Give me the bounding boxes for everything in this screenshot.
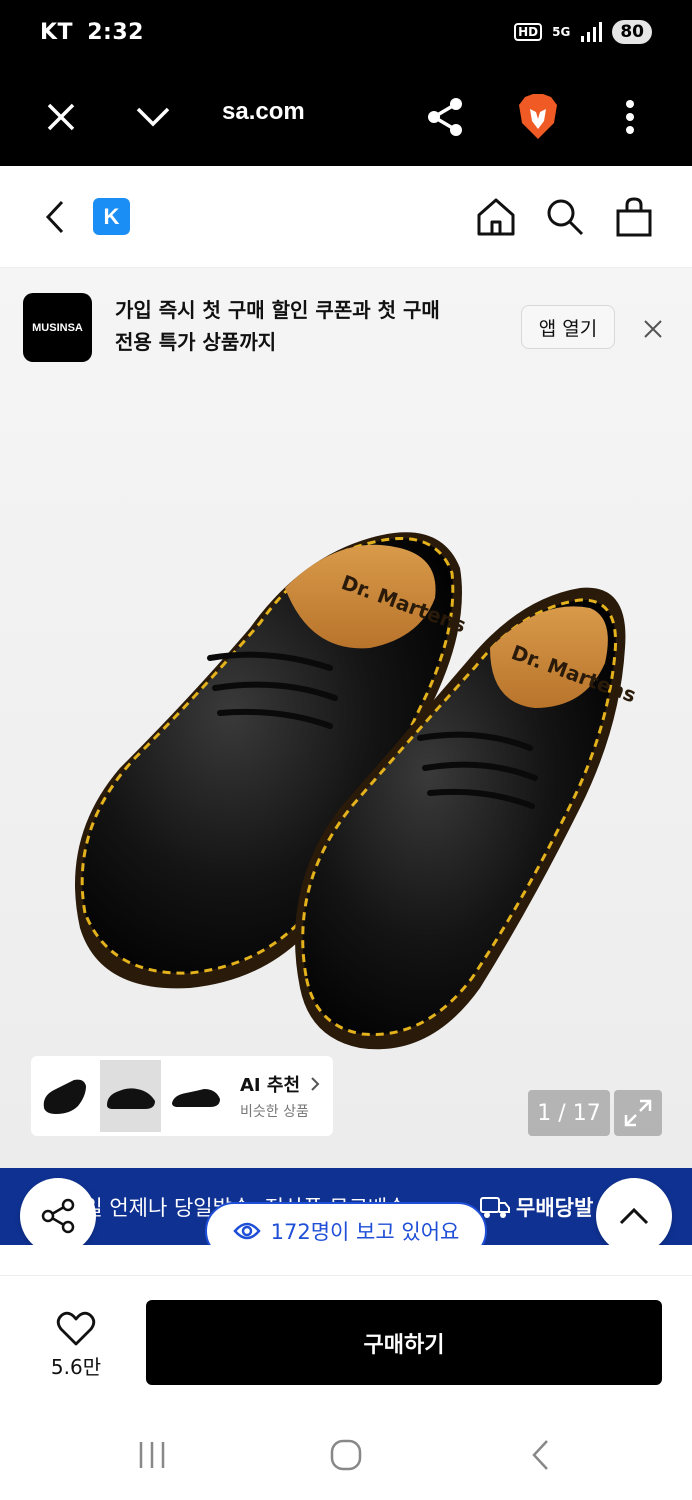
status-bar: KT 2:32 HD 5G 80 — [0, 0, 692, 70]
site-logo[interactable]: K — [93, 198, 130, 235]
chevron-left-icon — [45, 200, 64, 234]
more-vertical-icon — [626, 100, 634, 134]
ai-recommend-text: AI 추천 비슷한 상품 — [240, 1071, 320, 1121]
product-image-gallery[interactable]: MUSINSA 가입 즉시 첫 구매 할인 쿠폰과 첫 구매 전용 특가 상품까… — [0, 268, 692, 1168]
battery-indicator: 80 — [612, 20, 652, 44]
hd-icon: HD — [514, 23, 543, 41]
back-button[interactable] — [30, 192, 80, 242]
back-nav-button[interactable] — [515, 1435, 565, 1475]
cart-button[interactable] — [609, 192, 659, 242]
close-icon — [644, 320, 662, 338]
url-display[interactable]: sa.com — [222, 98, 305, 126]
chevron-down-icon — [136, 107, 170, 127]
home-nav-button[interactable] — [321, 1435, 371, 1475]
chevron-up-icon — [619, 1207, 649, 1225]
musinsa-logo: MUSINSA — [23, 293, 92, 362]
ai-title-label: AI 추천 — [240, 1075, 301, 1096]
viewers-text: 172명이 보고 있어요 — [270, 1220, 460, 1244]
home-button[interactable] — [471, 192, 521, 242]
open-app-button[interactable]: 앱 열기 — [521, 305, 615, 349]
signal-icon — [581, 22, 603, 42]
shopping-bag-icon — [616, 197, 652, 237]
carrier-time: KT 2:32 — [40, 20, 144, 45]
site-header: K — [0, 166, 692, 268]
scroll-to-top-button[interactable] — [596, 1178, 672, 1254]
banner-line-1: 가입 즉시 첫 구매 할인 쿠폰과 첫 구매 — [115, 298, 440, 322]
buy-button[interactable]: 구매하기 — [146, 1300, 662, 1385]
purchase-bar: 5.6만 구매하기 — [0, 1245, 692, 1415]
banner-message: 가입 즉시 첫 구매 할인 쿠폰과 첫 구매 전용 특가 상품까지 — [115, 294, 505, 358]
browser-toolbar: sa.com — [0, 70, 692, 166]
home-circle-icon — [330, 1439, 362, 1471]
search-icon — [547, 199, 584, 236]
fullscreen-button[interactable] — [614, 1090, 662, 1136]
ai-recommend-card[interactable]: AI 추천 비슷한 상품 — [31, 1056, 333, 1136]
back-chevron-icon — [532, 1440, 548, 1470]
close-tab-button[interactable] — [36, 92, 86, 142]
expand-icon — [624, 1099, 652, 1127]
home-icon — [477, 198, 515, 236]
brave-shields-button[interactable] — [513, 92, 563, 142]
recent-apps-button[interactable] — [127, 1435, 177, 1475]
banner-line-2: 전용 특가 상품까지 — [115, 330, 277, 354]
image-counter: 1 / 17 — [528, 1090, 610, 1136]
ai-recommend-subtitle: 비슷한 상품 — [240, 1104, 309, 1120]
eye-icon — [233, 1222, 261, 1240]
brave-lion-icon — [519, 94, 557, 139]
collapse-toolbar-button[interactable] — [128, 92, 178, 142]
like-button[interactable]: 5.6만 — [28, 1300, 124, 1390]
recommend-thumb[interactable] — [35, 1060, 96, 1132]
divider — [0, 1275, 692, 1276]
shoe-thumbnail — [106, 1088, 155, 1109]
close-banner-button[interactable] — [635, 311, 671, 347]
free-delivery-label: 무배당발 — [516, 1196, 594, 1220]
close-icon — [47, 103, 75, 131]
share-page-button[interactable] — [420, 92, 470, 142]
browser-menu-button[interactable] — [605, 92, 655, 142]
product-photo-shoes: Dr. Martens Dr. Martens — [75, 532, 639, 1050]
heart-icon — [56, 1311, 96, 1345]
shoe-thumbnail — [43, 1079, 86, 1114]
ai-recommend-title: AI 추천 — [240, 1071, 320, 1097]
recent-apps-icon — [139, 1442, 165, 1468]
share-product-button[interactable] — [20, 1178, 96, 1254]
status-icons: HD 5G 80 — [514, 20, 652, 44]
system-nav-bar — [0, 1415, 692, 1500]
share-icon — [41, 1198, 75, 1234]
shoe-thumbnail — [171, 1089, 220, 1107]
recommend-thumb[interactable] — [165, 1060, 226, 1132]
delivery-truck-icon — [480, 1197, 510, 1218]
share-icon — [428, 98, 462, 136]
chevron-right-icon — [311, 1077, 320, 1091]
app-install-banner: MUSINSA 가입 즉시 첫 구매 할인 쿠폰과 첫 구매 전용 특가 상품까… — [0, 268, 692, 368]
network-5g-icon: 5G — [552, 25, 571, 39]
recommend-thumb[interactable] — [100, 1060, 161, 1132]
carrier-label: KT — [40, 20, 74, 45]
like-count: 5.6만 — [50, 1354, 102, 1379]
search-button[interactable] — [540, 192, 590, 242]
free-delivery-badge: 무배당발 — [480, 1192, 593, 1222]
clock: 2:32 — [87, 20, 144, 45]
